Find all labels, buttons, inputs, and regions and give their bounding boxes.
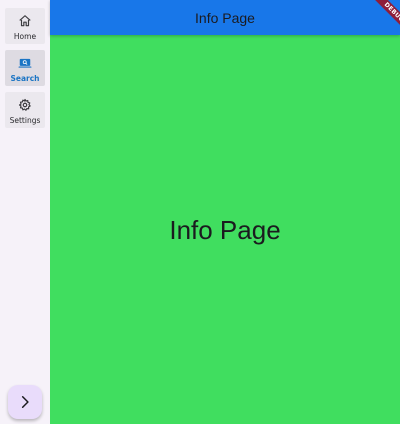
gear-icon [18, 98, 31, 111]
rail-item-settings[interactable]: Settings [5, 92, 45, 128]
navigation-rail: Home Search Settings [0, 0, 50, 424]
search-icon [18, 58, 32, 68]
page-content: Info Page [50, 35, 400, 424]
app-bar: Info Page [50, 0, 400, 35]
chevron-right-icon [21, 395, 29, 409]
rail-item-home-label: Home [13, 32, 37, 41]
rail-item-search[interactable]: Search [5, 50, 45, 86]
rail-item-home[interactable]: Home [5, 8, 45, 44]
rail-item-settings-label: Settings [9, 116, 41, 125]
app-bar-title: Info Page [195, 9, 255, 26]
rail-item-search-label: Search [10, 74, 40, 83]
home-icon [19, 15, 31, 27]
page-title: Info Page [169, 215, 281, 245]
expand-rail-button[interactable] [8, 385, 42, 419]
